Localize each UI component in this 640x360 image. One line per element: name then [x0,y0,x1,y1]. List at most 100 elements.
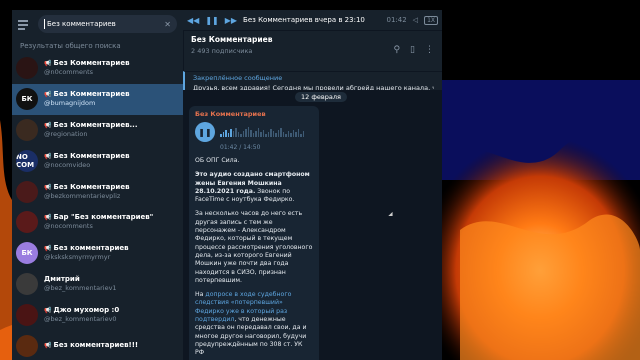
playback-speed-button[interactable]: 1X [424,15,438,25]
megaphone-icon: 📢 [44,121,52,129]
search-result-item[interactable]: 📢 Без Комментариев... @regionation [12,115,183,146]
search-result-item[interactable]: БК 📢 Без Комментариев @bumagnijdom [12,83,183,115]
waveform-bar [285,134,287,137]
waveform-bar [270,129,272,137]
channel-header[interactable]: Без Комментариев 2 493 подписчика ⚲ ▯ ⋮ [183,30,442,71]
search-input-value: Без комментариев [47,20,116,28]
waveform-bar [267,132,269,137]
avatar [16,57,38,80]
result-name: Дмитрий [44,275,117,284]
result-name-text: Дмитрий [44,274,80,283]
result-name: 📢 Без Комментариев [44,90,130,99]
result-name: 📢 Бар "Без комментариев" [44,213,153,222]
audio-player-bar: ◀◀ ❚❚ ▶▶ Без Комментариев вчера в 23:10 … [183,10,442,30]
waveform-bar [297,129,299,137]
avatar [16,303,38,326]
message-paragraph: Это аудио создано смартфоном жены Евгени… [195,171,313,204]
result-name-text: Без Комментариев [53,59,130,68]
result-text: 📢 Бар "Без комментариев" @nocomments [44,213,153,231]
result-username: @n0comments [44,68,94,77]
text-caret [44,19,45,29]
result-text: Дмитрий @bez_kommentariev1 [44,275,117,293]
avatar: NO COM [16,149,38,172]
search-result-item[interactable]: NO COM 📢 Без Комментариев @nocomvideo [12,145,183,176]
megaphone-icon: 📢 [44,342,52,350]
waveform-bar [277,130,279,137]
message-paragraph: За несколько часов до него есть другая з… [195,210,313,284]
waveform-bar [282,132,284,137]
search-result-item[interactable]: Дмитрий @bez_kommentariev1 [12,269,183,300]
avatar [16,334,38,357]
waveform-bar [245,129,247,137]
pause-audio-button[interactable]: ❚❚ [195,122,215,142]
search-result-item[interactable]: 📢 Без комментариев!!! [12,330,183,360]
result-name: 📢 Без комментариев [44,244,129,253]
waveform-bar [262,130,264,137]
result-text: 📢 Без Комментариев @n0comments [44,59,130,77]
result-username: @bez_kommentariev0 [44,314,117,323]
channel-pane: ◀◀ ❚❚ ▶▶ Без Комментариев вчера в 23:10 … [183,10,442,360]
channel-name: Без Комментариев [191,35,273,44]
search-result-item[interactable]: БК 📢 Без комментариев @ksksksmyrmyrmyr [12,238,183,269]
megaphone-icon: 📢 [44,60,52,68]
message-bubble[interactable]: Без Комментариев ❚❚ 01:42 / 14:50 ОБ ОПГ… [189,106,319,360]
search-results-list: 📢 Без Комментариев @n0comments БК 📢 Без Комме… [12,53,183,360]
result-username: @bez_kommentariev1 [44,283,117,292]
result-name: 📢 Джо мухомор :0 [44,306,119,315]
megaphone-icon: 📢 [44,183,52,191]
previous-track-icon[interactable]: ◀◀ [187,16,199,25]
avatar: БК [16,88,38,111]
result-name-text: Без Комментариев [53,90,130,99]
waveform-bar [257,128,259,137]
audio-waveform[interactable] [220,127,304,137]
waveform-bar [230,129,232,137]
result-name-text: Бар "Без комментариев" [53,213,154,222]
result-username: @bezkommentarievpliz [44,191,121,200]
result-username: @ksksksmyrmyrmyr [44,253,111,262]
result-username: @nocomvideo [44,160,91,169]
next-track-icon[interactable]: ▶▶ [225,16,237,25]
search-result-item[interactable]: 📢 Без Комментариев @bezkommentarievpliz [12,176,183,207]
more-icon[interactable]: ⋮ [425,45,434,55]
search-result-item[interactable]: 📢 Бар "Без комментариев" @nocomments [12,207,183,238]
waveform-bar [292,130,294,137]
avatar [16,118,38,141]
clear-search-icon[interactable]: ✕ [164,20,171,29]
search-icon[interactable]: ⚲ [393,45,400,55]
search-row: Без комментариев ✕ [12,10,183,38]
waveform-bar [247,127,249,137]
megaphone-icon: 📢 [44,152,52,160]
audio-duration: 01:42 / 14:50 [220,144,261,151]
result-text: 📢 Без комментариев @ksksksmyrmyrmyr [44,244,129,262]
waveform-bar [275,133,277,137]
telegram-window: Без комментариев ✕ Результаты общего пои… [12,10,442,360]
result-name-text: Без комментариев [53,244,129,253]
result-name-text: Без Комментариев [53,151,130,160]
waveform-bar [225,130,227,137]
date-separator: 12 февраля [295,92,347,102]
search-result-item[interactable]: 📢 Без Комментариев @n0comments [12,53,183,84]
waveform-bar [222,132,224,137]
megaphone-icon: 📢 [44,306,52,314]
result-username: @nocomments [44,222,93,231]
search-input[interactable]: Без комментариев ✕ [38,15,177,33]
volume-icon[interactable]: ◁ [413,16,418,24]
megaphone-icon: 📢 [44,245,52,253]
search-result-item[interactable]: 📢 Джо мухомор :0 @bez_kommentariev0 [12,299,183,330]
waveform-bar [280,128,282,137]
pinned-title: Закреплённое сообщение [193,74,283,82]
waveform-bar [295,132,297,137]
voice-message: ❚❚ [195,122,313,142]
waveform-bar [255,131,257,137]
waveform-bar [220,134,222,137]
result-text: 📢 Без Комментариев @bezkommentarievpliz [44,183,130,201]
waveform-bar [302,131,304,137]
sidebar: Без комментариев ✕ Результаты общего пои… [12,10,184,360]
messages-area: 12 февраля Без Комментариев ❚❚ 01:42 / 1… [183,90,442,360]
sidebar-toggle-icon[interactable]: ▯ [410,45,415,55]
avatar [16,211,38,234]
result-name: 📢 Без Комментариев... [44,121,137,130]
pause-icon[interactable]: ❚❚ [205,16,218,25]
now-playing-title: Без Комментариев вчера в 23:10 [243,16,365,24]
menu-icon[interactable] [18,17,32,31]
